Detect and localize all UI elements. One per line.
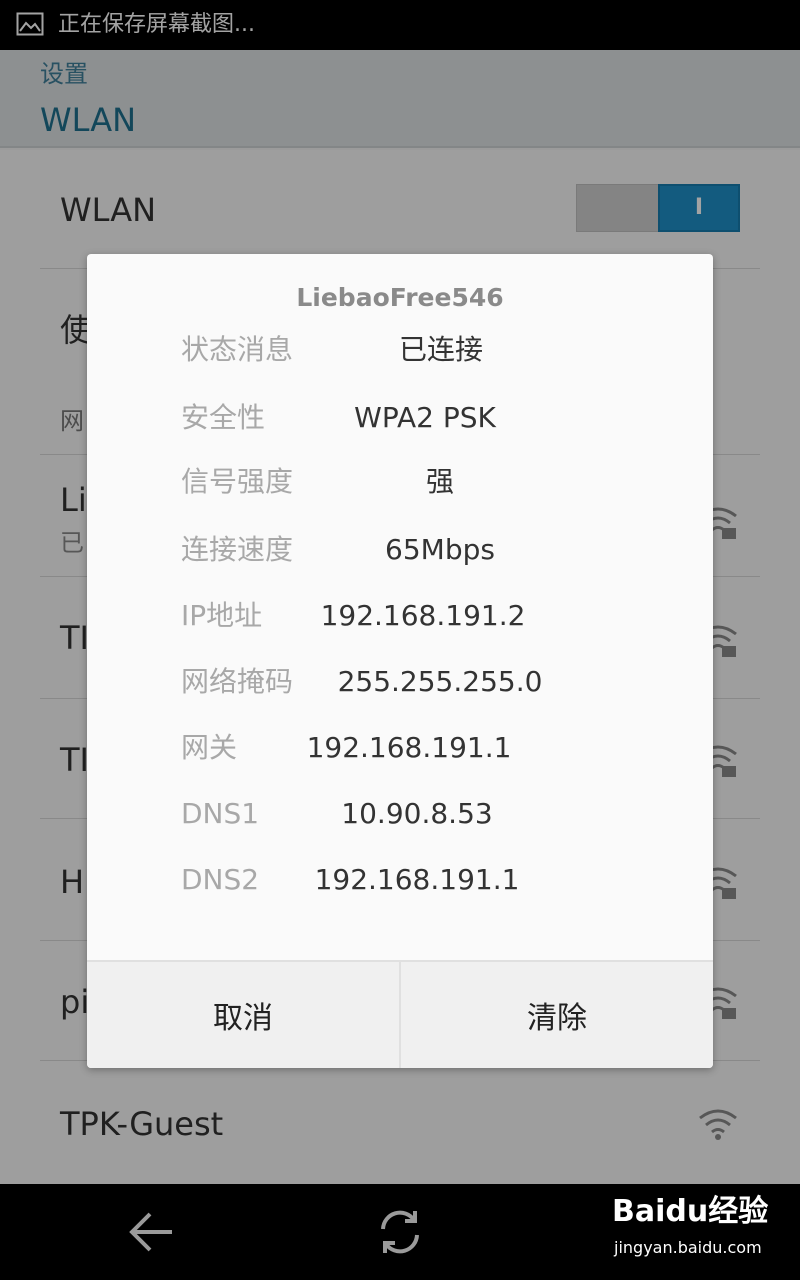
status-label: 状态消息 xyxy=(181,333,294,366)
gateway-value: 192.168.191.1 xyxy=(306,731,512,764)
dns2-value: 192.168.191.1 xyxy=(314,863,520,896)
refresh-icon[interactable] xyxy=(374,1206,426,1258)
dns1-label: DNS1 xyxy=(181,797,260,830)
link-speed-label: 连接速度 xyxy=(181,533,294,566)
dialog-title: LiebaoFree546 xyxy=(296,283,504,312)
netmask-value: 255.255.255.0 xyxy=(337,665,543,698)
forget-button[interactable]: 清除 xyxy=(399,962,713,1068)
back-arrow-icon[interactable] xyxy=(126,1206,178,1258)
ip-address-value: 192.168.191.2 xyxy=(320,599,526,632)
cancel-button[interactable]: 取消 xyxy=(87,962,399,1068)
status-value: 已连接 xyxy=(398,333,484,366)
dns2-label: DNS2 xyxy=(181,863,260,896)
signal-strength-value: 强 xyxy=(425,465,455,498)
watermark-url: jingyan.baidu.com xyxy=(614,1238,762,1257)
signal-strength-label: 信号强度 xyxy=(181,465,294,498)
baidu-logo: Baidu经验 xyxy=(612,1194,769,1229)
baidu-watermark: Baidu经验 jingyan.baidu.com xyxy=(612,1190,792,1266)
dns1-value: 10.90.8.53 xyxy=(341,797,493,830)
gateway-label: 网关 xyxy=(181,731,238,764)
dialog-button-bar: 取消 清除 xyxy=(87,960,713,1068)
security-label: 安全性 xyxy=(181,401,266,434)
netmask-label: 网络掩码 xyxy=(181,665,294,698)
link-speed-value: 65Mbps xyxy=(385,533,495,566)
network-details-dialog: LiebaoFree546 状态消息 已连接 安全性 WPA2 PSK 信号强度… xyxy=(87,254,713,1068)
ip-address-label: IP地址 xyxy=(181,599,263,632)
security-value: WPA2 PSK xyxy=(354,401,496,434)
